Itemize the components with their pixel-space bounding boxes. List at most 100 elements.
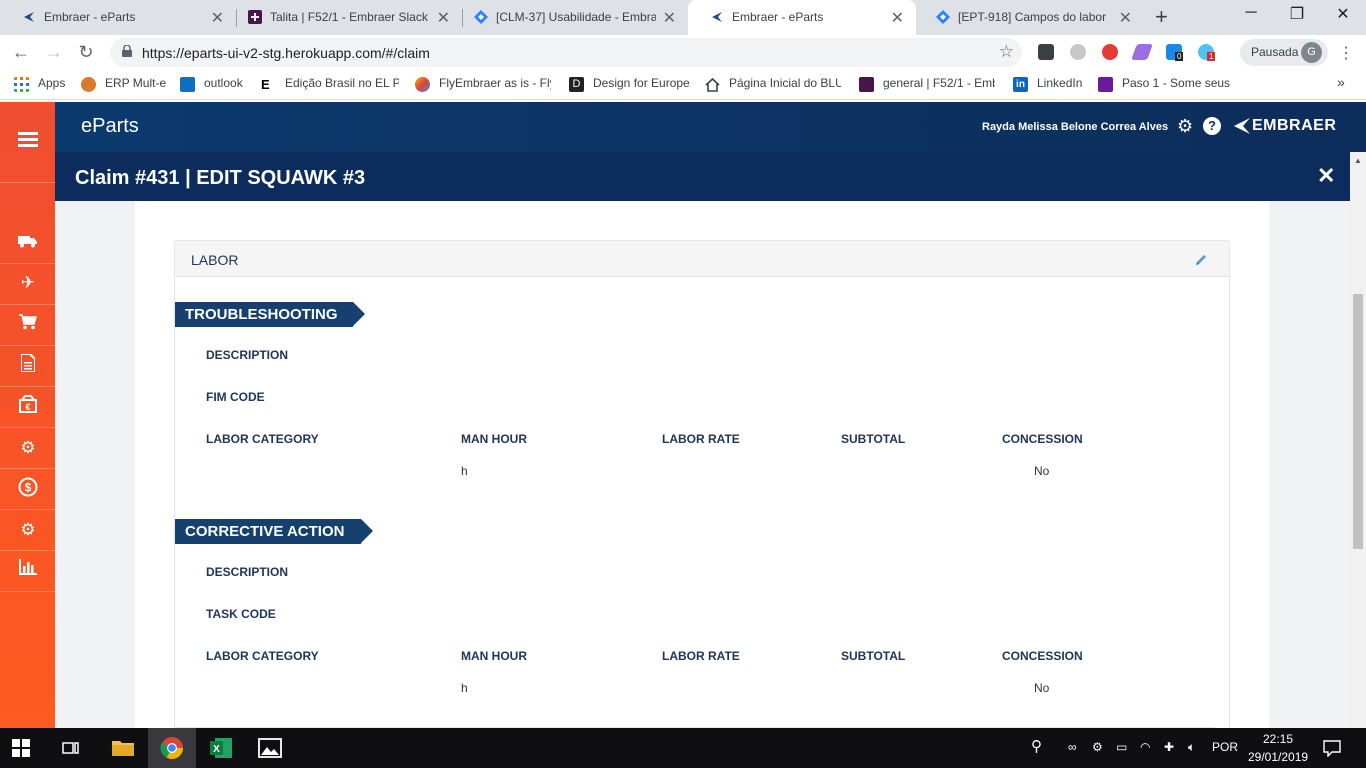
browser-tab-2[interactable]: Talita | F52/1 - Embraer Slack ✕ bbox=[226, 0, 462, 35]
paso-icon bbox=[1098, 77, 1113, 92]
new-tab-button[interactable]: + bbox=[1155, 4, 1168, 30]
profile-button[interactable]: Pausada G bbox=[1240, 39, 1328, 66]
bookmark-star-icon[interactable]: ☆ bbox=[999, 42, 1014, 62]
security-icon[interactable]: ✚ bbox=[1164, 740, 1174, 754]
address-bar[interactable]: https://eparts-ui-v2-stg.herokuapp.com/#… bbox=[110, 38, 1022, 67]
sidebar-divider bbox=[0, 468, 55, 469]
labor-rate-label: LABOR RATE bbox=[662, 432, 740, 446]
svg-text:$: $ bbox=[25, 481, 32, 495]
slack-icon bbox=[859, 77, 874, 92]
back-button[interactable]: ← bbox=[9, 42, 33, 63]
exchange-gear-icon[interactable]: ⚙ bbox=[16, 436, 40, 460]
close-tab-icon[interactable]: ✕ bbox=[211, 8, 224, 28]
bookmark-linkedin[interactable]: LinkedIn bbox=[1037, 76, 1087, 90]
circle-extension-icon[interactable] bbox=[1070, 44, 1086, 60]
bookmark-flyembraer[interactable]: FlyEmbraer as is - Fly bbox=[439, 76, 551, 90]
browser-tab-strip: Embraer - eParts ✕ Talita | F52/1 - Embr… bbox=[0, 0, 1366, 35]
notification-center-icon[interactable] bbox=[1323, 739, 1341, 757]
section-title: TROUBLESHOOTING bbox=[185, 306, 338, 323]
page-scrollbar[interactable]: ▲ bbox=[1350, 152, 1366, 728]
flyembraer-icon bbox=[415, 77, 430, 92]
claim-box-icon[interactable]: € bbox=[16, 395, 40, 419]
menu-dots-icon[interactable]: ⋮ bbox=[1338, 43, 1354, 63]
user-name[interactable]: Rayda Melissa Belone Correa Alves bbox=[982, 121, 1168, 133]
link-icon[interactable]: ∞ bbox=[1068, 740, 1077, 754]
bookmark-outlook[interactable]: outlook bbox=[204, 76, 248, 90]
excel-icon[interactable]: X bbox=[209, 736, 233, 760]
photos-icon[interactable] bbox=[258, 736, 282, 760]
sidebar-divider bbox=[0, 550, 55, 551]
subtotal-label: SUBTOTAL bbox=[841, 432, 906, 446]
scroll-up-icon[interactable]: ▲ bbox=[1354, 156, 1362, 165]
bookmark-apps[interactable]: Apps bbox=[38, 76, 68, 90]
sidebar-divider bbox=[0, 591, 55, 592]
bookmark-slack-general[interactable]: general | F52/1 - Emb bbox=[883, 76, 995, 90]
chrome-icon[interactable] bbox=[160, 736, 184, 760]
browser-tab-3[interactable]: [CLM-37] Usabilidade - Embraer ✕ bbox=[452, 0, 688, 35]
browser-toolbar: ← → ↻ https://eparts-ui-v2-stg.herokuapp… bbox=[0, 35, 1366, 70]
pocket-extension-icon[interactable] bbox=[1038, 44, 1054, 60]
document-icon[interactable] bbox=[16, 353, 40, 378]
truck-icon[interactable] bbox=[16, 231, 40, 255]
opera-extension-icon[interactable] bbox=[1102, 44, 1118, 60]
reload-button[interactable]: ↻ bbox=[74, 42, 98, 63]
network-icon[interactable]: ⚙ bbox=[1092, 740, 1103, 754]
close-tab-icon[interactable]: ✕ bbox=[1119, 8, 1132, 28]
task-view-icon[interactable] bbox=[62, 740, 80, 756]
bookmark-erp[interactable]: ERP Mult-e bbox=[105, 76, 167, 90]
app-header: eParts Rayda Melissa Belone Correa Alves… bbox=[55, 102, 1366, 152]
jira-icon bbox=[474, 10, 488, 24]
man-hour-label: MAN HOUR bbox=[461, 649, 527, 663]
language-indicator[interactable]: POR bbox=[1212, 740, 1238, 754]
apps-grid-icon bbox=[14, 77, 29, 92]
dollar-icon[interactable]: $ bbox=[16, 477, 40, 501]
svg-text:€: € bbox=[25, 402, 30, 412]
close-window-button[interactable]: ✕ bbox=[1320, 4, 1366, 24]
minimize-window-button[interactable]: ─ bbox=[1228, 4, 1274, 22]
clock-time[interactable]: 22:15 bbox=[1263, 732, 1293, 746]
concession-value: No bbox=[1034, 464, 1050, 478]
airplane-icon[interactable]: ✈ bbox=[16, 271, 40, 295]
man-hour-value: h bbox=[461, 464, 468, 478]
close-tab-icon[interactable]: ✕ bbox=[663, 8, 676, 28]
windows-start-icon[interactable] bbox=[12, 739, 30, 757]
browser-tab-1[interactable]: Embraer - eParts ✕ bbox=[0, 0, 236, 35]
bar-chart-icon[interactable] bbox=[16, 558, 40, 582]
battery-icon[interactable]: ▭ bbox=[1116, 740, 1127, 754]
url-text: https://eparts-ui-v2-stg.herokuapp.com/#… bbox=[142, 45, 430, 61]
close-tab-icon[interactable]: ✕ bbox=[437, 8, 450, 28]
cart-icon[interactable] bbox=[16, 313, 40, 337]
jira-icon bbox=[936, 10, 950, 24]
forward-button[interactable]: → bbox=[42, 42, 66, 63]
pencil-icon[interactable] bbox=[1194, 253, 1208, 267]
pen-extension-icon[interactable] bbox=[1131, 44, 1153, 60]
clock-date[interactable]: 29/01/2019 bbox=[1248, 750, 1308, 764]
restore-window-button[interactable]: ❐ bbox=[1274, 4, 1320, 24]
more-bookmarks-icon[interactable]: » bbox=[1337, 74, 1345, 90]
volume-icon[interactable]: 🔈︎ bbox=[1188, 740, 1195, 755]
bookmark-el-pais[interactable]: Edição Brasil no EL PA bbox=[285, 76, 399, 90]
close-tab-icon[interactable]: ✕ bbox=[891, 8, 904, 28]
scrollbar-thumb[interactable] bbox=[1353, 294, 1363, 549]
settings-gears-icon[interactable]: ⚙ bbox=[16, 518, 40, 542]
tab-label: Talita | F52/1 - Embraer Slack bbox=[270, 10, 428, 24]
browser-tab-5[interactable]: [EPT-918] Campos do labor - E ✕ bbox=[914, 0, 1144, 35]
globe-extension-icon[interactable]: 1 bbox=[1198, 44, 1216, 61]
app-logo[interactable]: eParts bbox=[81, 115, 139, 138]
badge-extension-icon[interactable]: 0 bbox=[1166, 44, 1184, 61]
hamburger-menu-icon[interactable] bbox=[16, 130, 40, 154]
people-icon[interactable]: ⚲ bbox=[1031, 737, 1042, 755]
file-explorer-icon[interactable] bbox=[111, 736, 135, 760]
bookmark-design-for-europe[interactable]: Design for Europe bbox=[593, 76, 691, 90]
outlook-icon bbox=[180, 77, 195, 92]
tab-label: Embraer - eParts bbox=[44, 10, 136, 24]
wifi-icon[interactable]: ◠ bbox=[1140, 740, 1150, 754]
help-icon[interactable]: ? bbox=[1203, 117, 1221, 135]
close-modal-icon[interactable]: ✕ bbox=[1317, 163, 1335, 189]
gear-icon[interactable]: ⚙ bbox=[1177, 117, 1195, 135]
bookmark-paso[interactable]: Paso 1 - Some seus p bbox=[1122, 76, 1234, 90]
browser-tab-4-active[interactable]: Embraer - eParts ✕ bbox=[688, 0, 916, 35]
sidebar-divider bbox=[0, 386, 55, 387]
bookmarks-bar: Apps ERP Mult-e outlook E Edição Brasil … bbox=[0, 70, 1366, 100]
bookmark-blue[interactable]: Página Inicial do BLUE bbox=[729, 76, 841, 90]
